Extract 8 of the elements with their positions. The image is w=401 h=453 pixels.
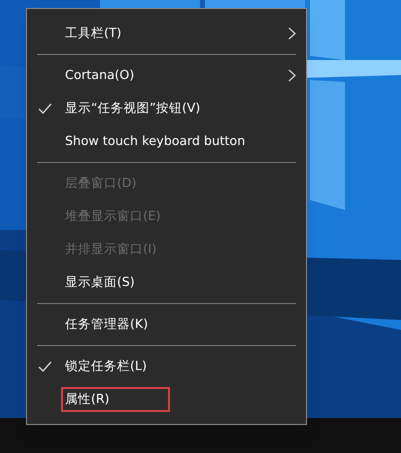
menu-item[interactable]: Show touch keyboard button <box>61 129 256 154</box>
menu-item[interactable]: Cortana(O) <box>61 63 144 88</box>
menu-item[interactable]: 锁定任务栏(L) <box>61 354 157 379</box>
menu-item[interactable]: 工具栏(T) <box>61 21 132 46</box>
menu-item[interactable]: 显示“任务视图”按钮(V) <box>61 96 210 121</box>
menu-item[interactable]: 显示桌面(S) <box>61 270 145 295</box>
menu-item[interactable]: 属性(R) <box>61 387 170 412</box>
menu-item[interactable]: 任务管理器(K) <box>61 312 158 337</box>
